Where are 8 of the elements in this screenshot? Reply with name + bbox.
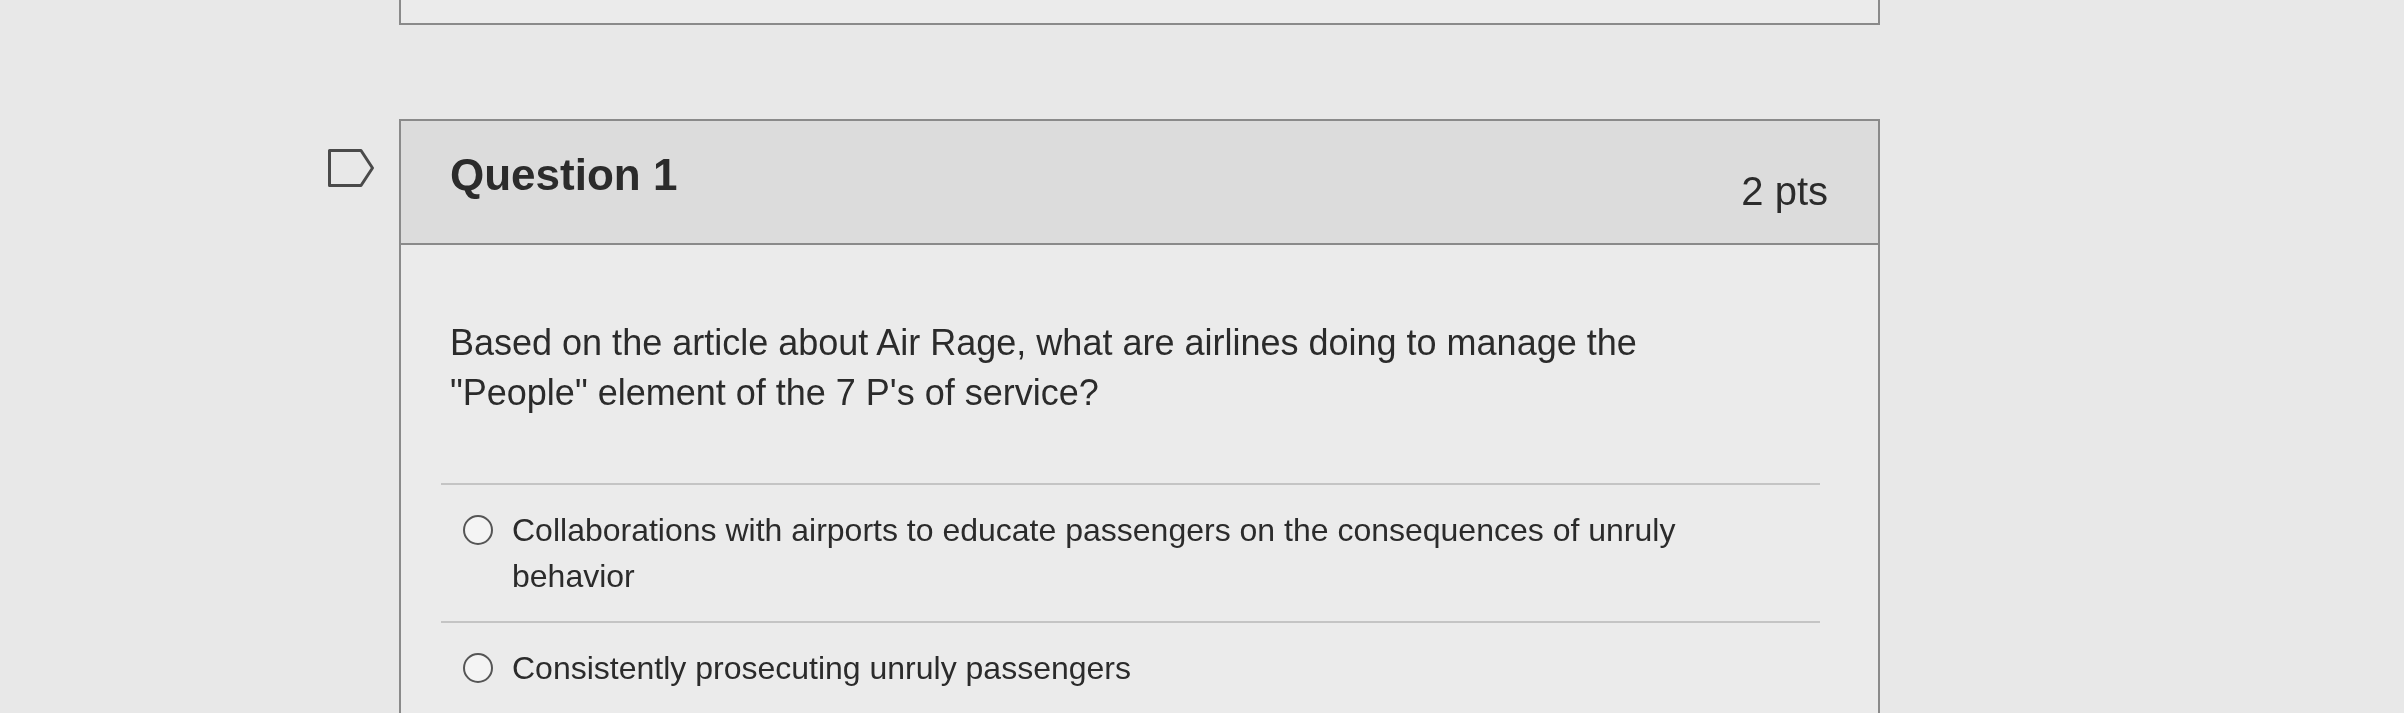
points-label: 2 pts [1741, 168, 1828, 215]
radio-button[interactable] [463, 653, 493, 683]
question-title: Question 1 [450, 149, 678, 201]
answer-label: Consistently prosecuting unruly passengers [512, 649, 1131, 688]
question-text: Based on the article about Air Rage, what are airlines doing to manage the "People" element of the 7 P's of service? [450, 321, 1638, 415]
answer-label: Collaborations with airports to educate passengers on the consequences of unruly behavior [512, 511, 1677, 596]
flag-icon[interactable] [327, 148, 375, 188]
radio-button[interactable] [463, 515, 493, 545]
